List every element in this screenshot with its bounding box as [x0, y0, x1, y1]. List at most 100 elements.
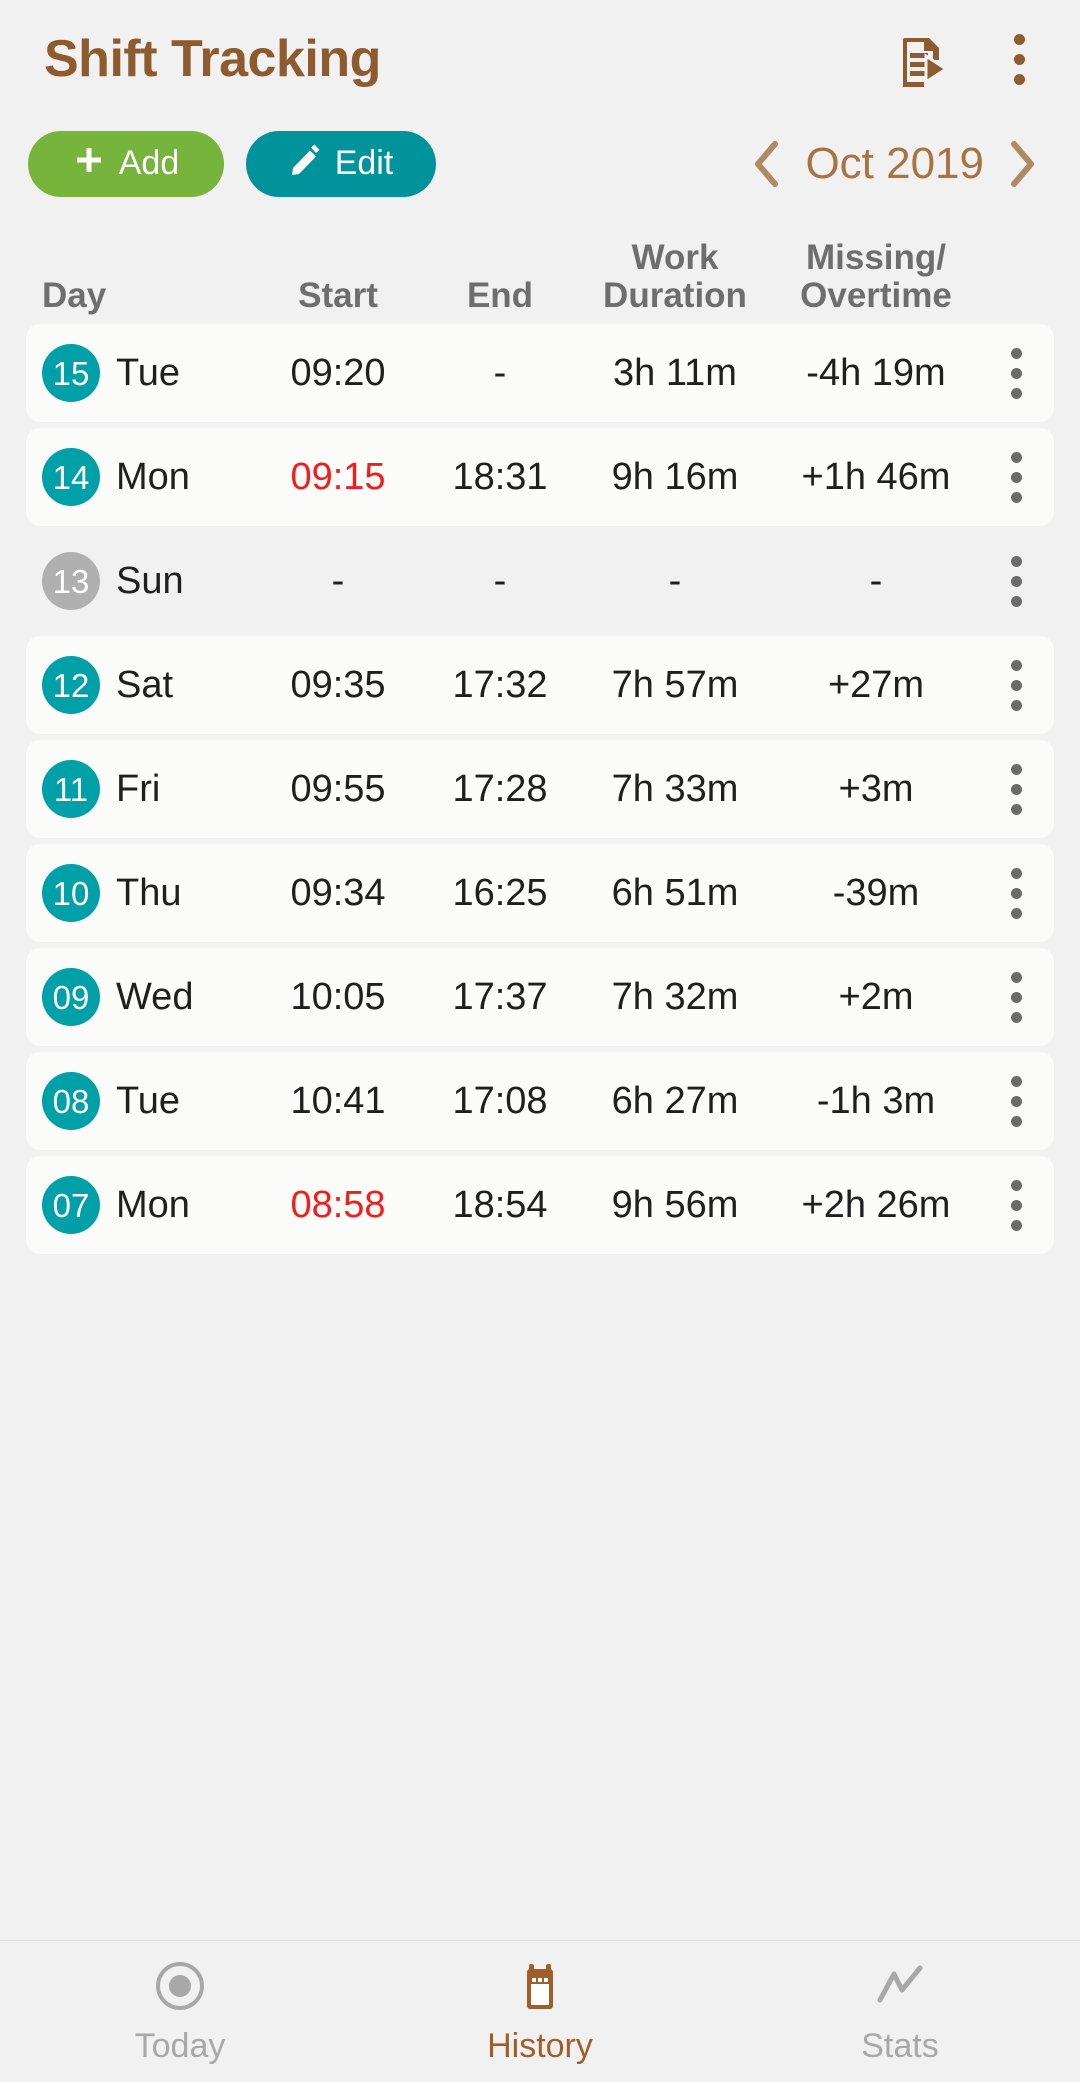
column-header-end: End [466, 275, 534, 315]
table-row[interactable]: 10 Thu 09:34 16:25 6h 51m -39m [26, 844, 1054, 942]
cell-day: 09 Wed [26, 968, 252, 1026]
row-overflow-menu-icon[interactable] [993, 440, 1039, 514]
calendar-icon [514, 1960, 566, 2017]
weekday-label: Tue [116, 352, 181, 394]
cell-end: 16:25 [452, 871, 548, 914]
cell-work-duration: 3h 11m [613, 351, 737, 394]
day-badge: 13 [42, 552, 100, 610]
cell-start: 09:34 [290, 871, 386, 914]
table-row[interactable]: 08 Tue 10:41 17:08 6h 27m -1h 3m [26, 1052, 1054, 1150]
cell-missing-overtime: -39m [832, 871, 920, 914]
cell-work-duration: 6h 51m [611, 871, 739, 914]
cell-start: 09:55 [290, 767, 386, 810]
cell-end: - [493, 559, 507, 602]
app-bar-actions [892, 28, 1042, 90]
action-bar: Add Edit Oct 2019 [0, 118, 1080, 210]
document-export-icon[interactable] [892, 28, 954, 90]
weekday-label: Sat [116, 664, 174, 706]
bottom-navigation: Today History Stats [0, 1940, 1080, 2082]
cell-start: 09:15 [290, 455, 386, 498]
chevron-right-icon[interactable] [998, 134, 1046, 194]
cell-day: 10 Thu [26, 864, 252, 922]
cell-start: - [331, 559, 345, 602]
row-overflow-menu-icon[interactable] [993, 544, 1039, 618]
table-row[interactable]: 15 Tue 09:20 - 3h 11m -4h 19m [26, 324, 1054, 422]
edit-button[interactable]: Edit [246, 131, 436, 197]
cell-row-menu [978, 752, 1054, 826]
add-button[interactable]: Add [28, 131, 224, 197]
cell-day: 07 Mon [26, 1176, 252, 1234]
day-badge: 12 [42, 656, 100, 714]
cell-row-menu [978, 336, 1054, 410]
trend-line-icon [874, 1960, 926, 2017]
cell-row-menu [978, 856, 1054, 930]
table-body: 15 Tue 09:20 - 3h 11m -4h 19m 14 Mon 09:15 18:31 9… [26, 324, 1054, 1254]
cell-start: 09:20 [290, 351, 386, 394]
cell-end: 17:08 [452, 1079, 548, 1122]
cell-day: 11 Fri [26, 760, 252, 818]
column-header-missing-overtime-line1: Missing/ [805, 238, 947, 278]
cell-missing-overtime: +27m [827, 663, 925, 706]
overflow-menu-icon[interactable] [996, 28, 1042, 90]
cell-missing-overtime: +3m [838, 767, 914, 810]
nav-item-history[interactable]: History [360, 1941, 720, 2082]
cell-end: - [493, 351, 507, 394]
column-header-work-duration: Work Duration [576, 239, 774, 314]
cell-end: 18:54 [452, 1183, 548, 1226]
day-badge: 10 [42, 864, 100, 922]
cell-missing-overtime: +2h 26m [801, 1183, 951, 1226]
app-screen: Shift Tracking Add Edit Oct 2019 Day Sta… [0, 0, 1080, 2082]
weekday-label: Fri [116, 768, 161, 810]
table-row[interactable]: 12 Sat 09:35 17:32 7h 57m +27m [26, 636, 1054, 734]
row-overflow-menu-icon[interactable] [993, 752, 1039, 826]
cell-work-duration: 9h 56m [611, 1183, 739, 1226]
column-header-work-duration-line2: Duration [603, 275, 747, 315]
nav-item-stats-label: Stats [861, 2027, 939, 2065]
add-button-label: Add [118, 144, 180, 182]
app-bar: Shift Tracking [0, 0, 1080, 118]
nav-item-stats[interactable]: Stats [720, 1941, 1080, 2082]
row-overflow-menu-icon[interactable] [993, 856, 1039, 930]
cell-missing-overtime: -4h 19m [806, 351, 946, 394]
row-overflow-menu-icon[interactable] [993, 648, 1039, 722]
cell-end: 17:32 [452, 663, 548, 706]
edit-button-label: Edit [334, 144, 394, 182]
column-header-start: Start [298, 275, 378, 315]
record-circle-icon [154, 1960, 206, 2017]
cell-row-menu [978, 1168, 1054, 1242]
nav-item-today-label: Today [134, 2027, 226, 2065]
cell-row-menu [978, 960, 1054, 1034]
row-overflow-menu-icon[interactable] [993, 336, 1039, 410]
shift-table: Day Start End Work Duration Missing/ Ove… [0, 210, 1080, 1940]
cell-start: 10:05 [290, 975, 386, 1018]
cell-row-menu [978, 1064, 1054, 1138]
day-badge: 09 [42, 968, 100, 1026]
page-title: Shift Tracking [44, 30, 381, 88]
cell-day: 08 Tue [26, 1072, 252, 1130]
row-overflow-menu-icon[interactable] [993, 1168, 1039, 1242]
weekday-label: Wed [116, 976, 194, 1018]
day-badge: 11 [42, 760, 100, 818]
table-row[interactable]: 14 Mon 09:15 18:31 9h 16m +1h 46m [26, 428, 1054, 526]
weekday-label: Mon [116, 456, 190, 498]
table-row[interactable]: 09 Wed 10:05 17:37 7h 32m +2m [26, 948, 1054, 1046]
nav-item-today[interactable]: Today [0, 1941, 360, 2082]
weekday-label: Thu [116, 872, 182, 914]
table-row[interactable]: 13 Sun - - - - [26, 532, 1054, 630]
row-overflow-menu-icon[interactable] [993, 960, 1039, 1034]
day-badge: 14 [42, 448, 100, 506]
cell-end: 18:31 [452, 455, 548, 498]
column-header-missing-overtime-line2: Overtime [800, 275, 952, 315]
table-row[interactable]: 11 Fri 09:55 17:28 7h 33m +3m [26, 740, 1054, 838]
column-header-day: Day [42, 275, 107, 315]
chevron-left-icon[interactable] [743, 134, 791, 194]
cell-missing-overtime: +2m [838, 975, 914, 1018]
month-navigator: Oct 2019 [743, 134, 1046, 194]
row-overflow-menu-icon[interactable] [993, 1064, 1039, 1138]
day-badge: 07 [42, 1176, 100, 1234]
day-badge: 08 [42, 1072, 100, 1130]
table-row[interactable]: 07 Mon 08:58 18:54 9h 56m +2h 26m [26, 1156, 1054, 1254]
cell-work-duration: 9h 16m [611, 455, 739, 498]
plus-icon [73, 144, 105, 185]
month-label[interactable]: Oct 2019 [795, 142, 994, 186]
